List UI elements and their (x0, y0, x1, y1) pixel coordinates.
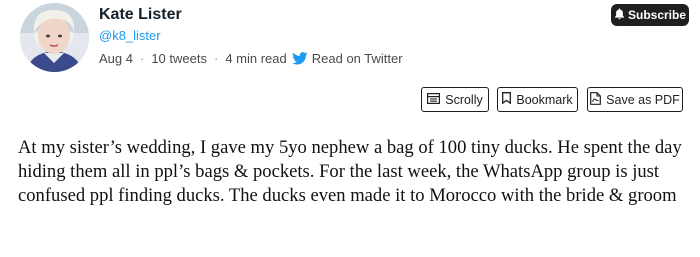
read-on-twitter-link[interactable]: Read on Twitter (312, 51, 403, 66)
scrolly-button[interactable]: Scrolly (421, 87, 489, 112)
date: Aug 4 (99, 51, 133, 66)
author-name[interactable]: Kate Lister (99, 6, 182, 24)
bookmark-button[interactable]: Bookmark (497, 87, 578, 112)
tweet-meta: Aug 4 · 10 tweets · 4 min read Read on T… (99, 51, 403, 66)
scrolly-icon (427, 92, 441, 107)
scrolly-label: Scrolly (445, 92, 483, 107)
subscribe-label: Subscribe (627, 8, 687, 22)
separator-dot: · (139, 51, 145, 66)
pdf-icon (590, 91, 602, 108)
separator-dot: · (213, 51, 219, 66)
tweet-text: At my sister’s wedding, I gave my 5yo ne… (18, 137, 682, 207)
save-as-pdf-label: Save as PDF (606, 92, 680, 107)
save-as-pdf-button[interactable]: Save as PDF (587, 87, 683, 112)
avatar[interactable] (20, 3, 89, 72)
bookmark-icon (502, 92, 512, 107)
author-handle[interactable]: @k8_lister (99, 28, 161, 43)
read-time: 4 min read (225, 51, 287, 66)
tweet-count: 10 tweets (151, 51, 207, 66)
bell-icon (614, 7, 625, 23)
bookmark-label: Bookmark (516, 92, 573, 107)
twitter-bird-icon (291, 52, 308, 65)
subscribe-button[interactable]: Subscribe (611, 4, 689, 26)
